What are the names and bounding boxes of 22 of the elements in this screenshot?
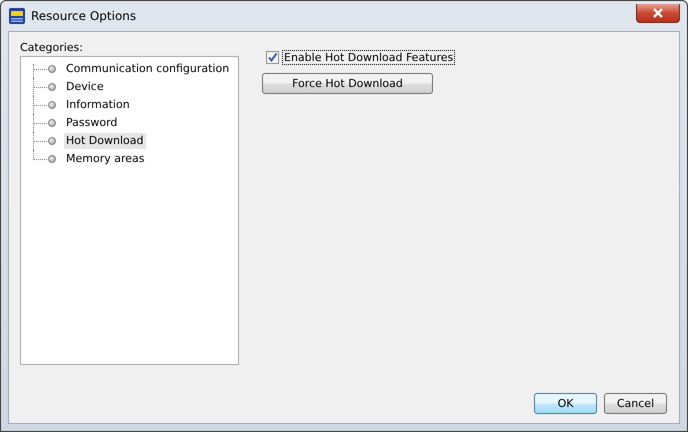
dialog-button[interactable]: OK xyxy=(534,393,597,414)
bullet-icon xyxy=(48,155,56,163)
close-button[interactable] xyxy=(636,4,680,22)
category-item[interactable]: Hot Download xyxy=(64,133,146,149)
category-item[interactable]: Device xyxy=(64,79,106,95)
app-icon xyxy=(9,8,25,24)
close-icon xyxy=(652,8,664,18)
category-item[interactable]: Memory areas xyxy=(64,151,146,167)
bullet-icon xyxy=(48,83,56,91)
category-item[interactable]: Information xyxy=(64,97,132,113)
window-title: Resource Options xyxy=(31,9,136,23)
bullet-icon xyxy=(48,137,56,145)
bullet-icon xyxy=(48,65,56,73)
checkbox-label[interactable]: Enable Hot Download Features xyxy=(282,50,456,65)
force-hot-download-button[interactable]: Force Hot Download xyxy=(262,73,433,94)
category-item[interactable]: Communication configuration xyxy=(64,61,232,77)
bullet-icon xyxy=(48,101,56,109)
categories-label: Categories: xyxy=(20,40,84,55)
category-item[interactable]: Password xyxy=(64,115,120,131)
bullet-icon xyxy=(48,119,56,127)
dialog-button[interactable]: Cancel xyxy=(604,393,667,414)
checkbox[interactable] xyxy=(266,51,279,64)
